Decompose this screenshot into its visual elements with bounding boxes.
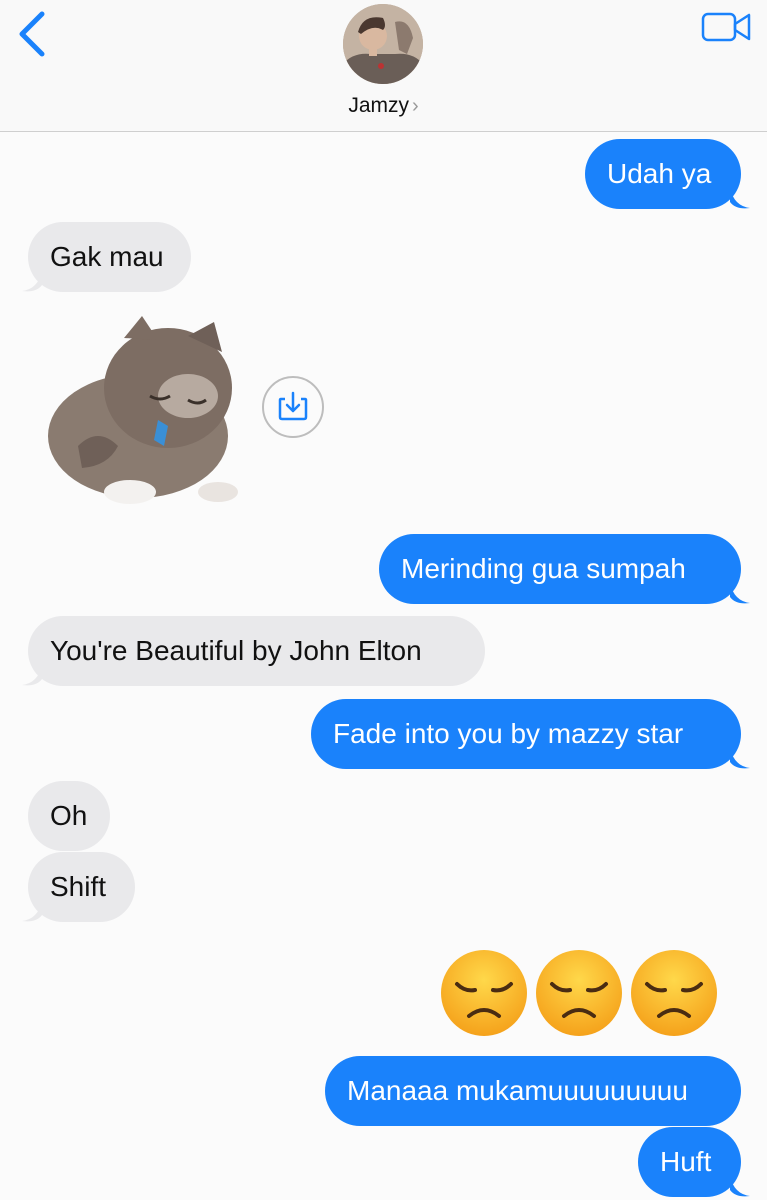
bubble-tail [730, 748, 750, 769]
message-bubble-incoming[interactable]: Oh [28, 781, 110, 851]
message-bubble-outgoing[interactable]: Huft [638, 1127, 741, 1197]
chevron-right-icon: › [412, 95, 419, 117]
message-text: You're Beautiful by John Elton [50, 635, 422, 666]
bubble-tail [730, 1176, 750, 1197]
bubble-tail [22, 901, 42, 922]
conversation-header: Jamzy › [0, 0, 767, 132]
bubble-tail [730, 188, 750, 209]
contact-name-button[interactable]: Jamzy › [0, 94, 767, 118]
message-bubble-outgoing[interactable]: Fade into you by mazzy star [311, 699, 741, 769]
disappointed-face-icon [631, 950, 717, 1036]
video-call-button[interactable] [700, 10, 754, 46]
message-text: Huft [660, 1146, 712, 1177]
message-bubble-outgoing[interactable]: Udah ya [585, 139, 741, 209]
crying-kitten-sticker [48, 316, 238, 504]
message-text: Manaaa mukamuuuuuuuuu [347, 1075, 688, 1106]
chevron-left-icon [19, 11, 45, 57]
bubble-tail [730, 583, 750, 604]
back-button[interactable] [12, 10, 52, 58]
contact-name: Jamzy [348, 94, 409, 117]
message-text: Oh [50, 800, 88, 831]
avatar-photo [343, 4, 423, 84]
message-text: Udah ya [607, 158, 712, 189]
message-text: Gak mau [50, 241, 164, 272]
message-bubble-incoming[interactable]: Shift [28, 852, 135, 922]
disappointed-face-icon [536, 950, 622, 1036]
message-bubble-outgoing[interactable]: Merinding gua sumpah [379, 534, 741, 604]
message-bubble-incoming[interactable]: Gak mau [28, 222, 191, 292]
bubble-tail [22, 665, 42, 686]
disappointed-face-icon [441, 950, 527, 1036]
message-text: Merinding gua sumpah [401, 553, 686, 584]
message-text: Shift [50, 871, 107, 902]
message-bubble-outgoing[interactable]: Manaaa mukamuuuuuuuuu [325, 1056, 741, 1126]
kitten-sticker[interactable] [38, 296, 248, 516]
download-icon [278, 391, 308, 421]
message-bubble-incoming[interactable]: You're Beautiful by John Elton [28, 616, 485, 686]
contact-avatar[interactable] [343, 4, 423, 84]
bubble-tail [22, 271, 42, 292]
message-text: Fade into you by mazzy star [333, 718, 684, 749]
save-sticker-button[interactable] [262, 376, 324, 438]
video-camera-icon [701, 12, 751, 42]
